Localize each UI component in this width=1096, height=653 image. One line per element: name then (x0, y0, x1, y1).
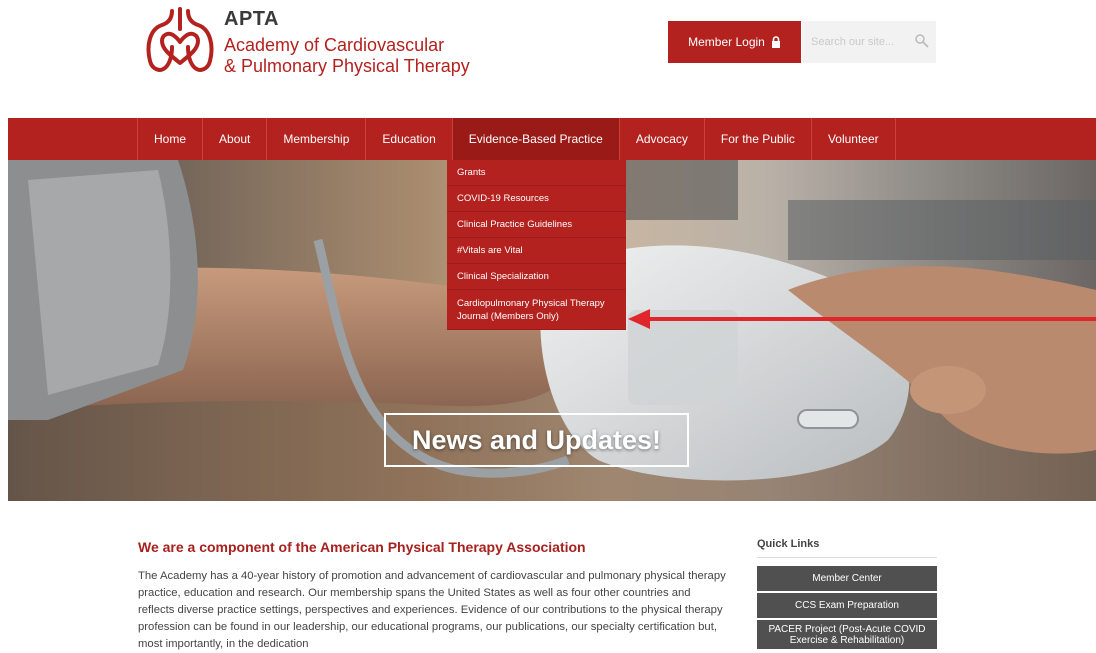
member-login-button[interactable]: Member Login (668, 21, 801, 63)
nav-item-about[interactable]: About (202, 118, 266, 160)
logo-subtitle-line2: & Pulmonary Physical Therapy (224, 56, 470, 76)
lock-icon (771, 36, 780, 48)
evidence-based-practice-dropdown: Grants COVID-19 Resources Clinical Pract… (447, 160, 626, 330)
quick-link-member-center[interactable]: Member Center (757, 566, 937, 591)
quick-links-divider (757, 557, 937, 558)
nav-item-evidence-based-practice[interactable]: Evidence-Based Practice (451, 118, 619, 160)
nav-item-membership[interactable]: Membership (266, 118, 365, 160)
search-icon[interactable] (914, 33, 930, 49)
nav-list: Home About Membership Education Evidence… (137, 118, 896, 160)
nav-item-advocacy[interactable]: Advocacy (618, 118, 704, 160)
dropdown-item-vitals-are-vital[interactable]: #Vitals are Vital (447, 238, 626, 264)
dropdown-item-covid-19-resources[interactable]: COVID-19 Resources (447, 186, 626, 212)
hero-title[interactable]: News and Updates! (384, 413, 689, 467)
quick-link-ccs-exam-preparation[interactable]: CCS Exam Preparation (757, 593, 937, 618)
logo-subtitle-line1: Academy of Cardiovascular (224, 35, 445, 55)
section-heading: We are a component of the American Physi… (138, 539, 586, 555)
intro-paragraph: The Academy has a 40-year history of pro… (138, 570, 726, 650)
dropdown-item-clinical-specialization[interactable]: Clinical Specialization (447, 264, 626, 290)
quick-links-title: Quick Links (757, 538, 820, 550)
main-navigation: Home About Membership Education Evidence… (8, 118, 1096, 160)
nav-item-volunteer[interactable]: Volunteer (810, 118, 896, 160)
annotation-arrow-icon (628, 309, 1096, 329)
apta-logo-icon[interactable] (142, 5, 218, 77)
dropdown-item-grants[interactable]: Grants (447, 160, 626, 186)
dropdown-item-clinical-practice-guidelines[interactable]: Clinical Practice Guidelines (447, 212, 626, 238)
nav-item-for-the-public[interactable]: For the Public (703, 118, 811, 160)
search-placeholder: Search our site... (811, 36, 895, 48)
logo-title: APTA (224, 8, 279, 30)
quick-link-pacer-project[interactable]: PACER Project (Post-Acute COVID Exercise… (757, 620, 937, 649)
dropdown-item-cardiopulmonary-journal[interactable]: Cardiopulmonary Physical Therapy Journal… (447, 290, 626, 330)
search-input[interactable]: Search our site... (802, 21, 936, 63)
nav-item-education[interactable]: Education (365, 118, 451, 160)
nav-item-home[interactable]: Home (137, 118, 202, 160)
member-login-label: Member Login (688, 35, 765, 49)
